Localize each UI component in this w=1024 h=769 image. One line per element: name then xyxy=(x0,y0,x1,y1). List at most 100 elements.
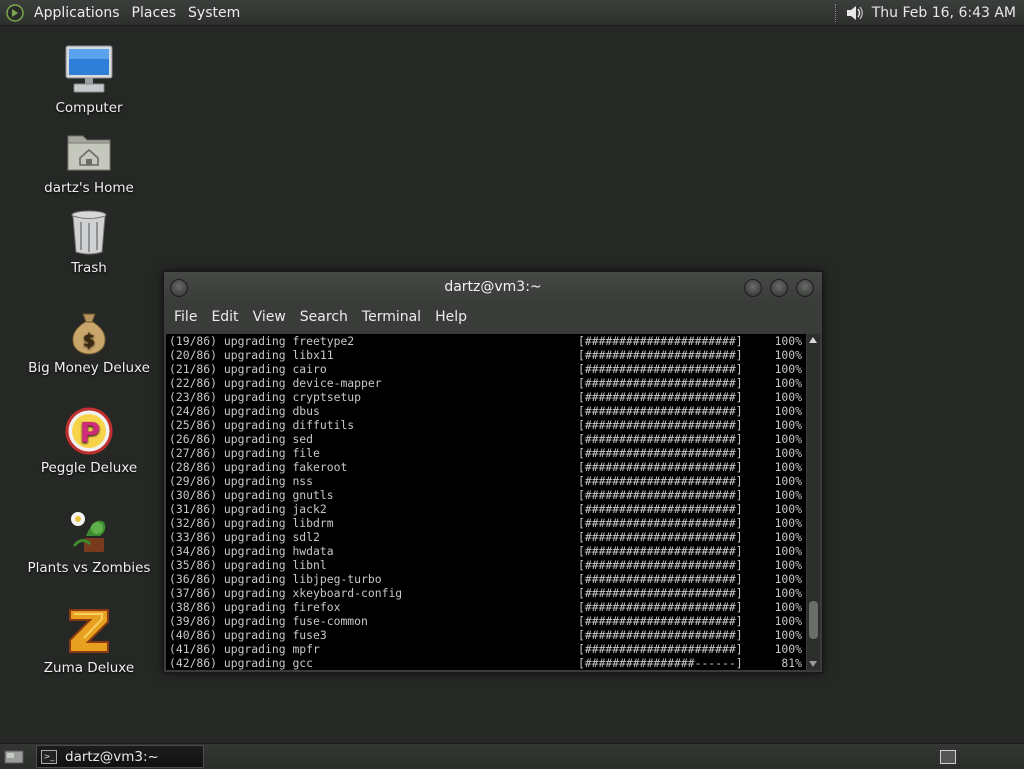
terminal-line: (36/86) upgrading libjpeg-turbo [########… xyxy=(169,572,806,586)
terminal-line: (42/86) upgrading gcc [################--… xyxy=(169,656,806,670)
bottom-panel: >_ dartz@vm3:~ xyxy=(0,743,1024,769)
places-menu[interactable]: Places xyxy=(126,5,183,21)
terminal-progress-percent: 100% xyxy=(774,516,802,530)
menu-help[interactable]: Help xyxy=(429,309,475,325)
desktop-icon-zuma[interactable]: Zuma Deluxe xyxy=(24,606,154,676)
terminal-progress-percent: 100% xyxy=(774,642,802,656)
minimize-button[interactable] xyxy=(744,279,762,297)
terminal-progress-percent: 100% xyxy=(774,586,802,600)
terminal-progress-bar: [######################] xyxy=(578,586,743,600)
desktop-icon-computer[interactable]: Computer xyxy=(24,44,154,116)
home-folder-icon xyxy=(67,135,111,171)
terminal-progress-bar: [######################] xyxy=(578,516,743,530)
terminal-line-text: (23/86) upgrading cryptsetup xyxy=(169,390,362,404)
terminal-progress-percent: 100% xyxy=(774,362,802,376)
terminal-line-text: (32/86) upgrading libdrm xyxy=(169,516,334,530)
terminal-line-text: (40/86) upgrading fuse3 xyxy=(169,628,327,642)
terminal-progress-bar: [######################] xyxy=(578,572,743,586)
desktop-icon-label: Plants vs Zombies xyxy=(27,560,151,576)
terminal-progress-bar: [######################] xyxy=(578,600,743,614)
show-desktop-button[interactable] xyxy=(2,746,26,768)
money-bag-icon: $ xyxy=(72,313,106,355)
terminal-menubar: File Edit View Search Terminal Help xyxy=(164,302,822,332)
desktop-icon-big-money[interactable]: $ Big Money Deluxe xyxy=(24,308,154,376)
scroll-up-icon[interactable] xyxy=(809,337,817,343)
terminal-progress-bar: [######################] xyxy=(578,530,743,544)
window-titlebar[interactable]: dartz@vm3:~ xyxy=(164,272,822,302)
terminal-progress-bar: [######################] xyxy=(578,446,743,460)
terminal-progress-percent: 100% xyxy=(774,446,802,460)
terminal-progress-bar: [######################] xyxy=(578,376,743,390)
terminal-line: (41/86) upgrading mpfr [#################… xyxy=(169,642,806,656)
terminal-line: (26/86) upgrading sed [##################… xyxy=(169,432,806,446)
menu-edit[interactable]: Edit xyxy=(205,309,246,325)
terminal-line-text: (19/86) upgrading freetype2 xyxy=(169,334,355,348)
terminal-progress-percent: 100% xyxy=(774,460,802,474)
terminal-line: (19/86) upgrading freetype2 [############… xyxy=(169,334,806,348)
terminal-progress-bar: [######################] xyxy=(578,488,743,502)
terminal-line: (39/86) upgrading fuse-common [##########… xyxy=(169,614,806,628)
system-menu[interactable]: System xyxy=(182,5,246,21)
terminal-line-text: (42/86) upgrading gcc xyxy=(169,656,314,670)
terminal-scrollbar[interactable] xyxy=(807,334,820,670)
menu-file[interactable]: File xyxy=(168,309,205,325)
terminal-line-text: (20/86) upgrading libx11 xyxy=(169,348,334,362)
terminal-progress-bar: [######################] xyxy=(578,502,743,516)
desktop-icon-peggle[interactable]: P Peggle Deluxe xyxy=(24,406,154,476)
terminal-window[interactable]: dartz@vm3:~ File Edit View Search Termin… xyxy=(163,271,823,673)
terminal-progress-percent: 81% xyxy=(781,656,802,670)
menu-terminal[interactable]: Terminal xyxy=(356,309,429,325)
terminal-line-text: (27/86) upgrading file xyxy=(169,446,320,460)
desktop-icon-trash[interactable]: Trash xyxy=(24,208,154,276)
workspace-switcher-icon[interactable] xyxy=(940,749,956,764)
terminal-progress-bar: [######################] xyxy=(578,348,743,362)
terminal-line: (29/86) upgrading nss [##################… xyxy=(169,474,806,488)
terminal-progress-percent: 100% xyxy=(774,474,802,488)
terminal-line: (28/86) upgrading fakeroot [#############… xyxy=(169,460,806,474)
volume-icon[interactable] xyxy=(844,3,866,23)
distro-logo-icon[interactable] xyxy=(6,3,24,22)
terminal-progress-percent: 100% xyxy=(774,614,802,628)
maximize-button[interactable] xyxy=(770,279,788,297)
terminal-progress-bar: [######################] xyxy=(578,460,743,474)
desktop-icon-plants-vs-zombies[interactable]: Plants vs Zombies xyxy=(24,506,154,576)
terminal-output[interactable]: (19/86) upgrading freetype2 [############… xyxy=(166,334,806,670)
svg-text:$: $ xyxy=(83,330,96,351)
terminal-line: (25/86) upgrading diffutils [############… xyxy=(169,418,806,432)
terminal-line: (37/86) upgrading xkeyboard-config [#####… xyxy=(169,586,806,600)
terminal-line: (35/86) upgrading libnl [################… xyxy=(169,558,806,572)
scrollbar-thumb[interactable] xyxy=(809,601,818,639)
terminal-line-text: (41/86) upgrading mpfr xyxy=(169,642,320,656)
applications-menu[interactable]: Applications xyxy=(28,5,126,21)
show-desktop-icon xyxy=(4,750,24,763)
terminal-progress-bar: [######################] xyxy=(578,334,743,348)
scroll-down-icon[interactable] xyxy=(809,661,817,667)
terminal-line-text: (25/86) upgrading diffutils xyxy=(169,418,355,432)
zuma-icon xyxy=(69,609,109,653)
terminal-progress-bar: [######################] xyxy=(578,558,743,572)
terminal-progress-bar: [######################] xyxy=(578,628,743,642)
terminal-line: (32/86) upgrading libdrm [###############… xyxy=(169,516,806,530)
close-button[interactable] xyxy=(796,279,814,297)
terminal-progress-bar: [######################] xyxy=(578,642,743,656)
terminal-progress-percent: 100% xyxy=(774,404,802,418)
desktop-icon-home[interactable]: dartz's Home xyxy=(24,128,154,196)
terminal-line-text: (36/86) upgrading libjpeg-turbo xyxy=(169,572,382,586)
clock[interactable]: Thu Feb 16, 6:43 AM xyxy=(866,5,1024,21)
terminal-line: (31/86) upgrading jack2 [################… xyxy=(169,502,806,516)
menu-view[interactable]: View xyxy=(247,309,294,325)
terminal-progress-bar: [######################] xyxy=(578,362,743,376)
desktop-icon-label: Trash xyxy=(71,260,107,276)
terminal-line-text: (29/86) upgrading nss xyxy=(169,474,314,488)
terminal-progress-percent: 100% xyxy=(774,558,802,572)
terminal-line-text: (24/86) upgrading dbus xyxy=(169,404,320,418)
terminal-progress-bar: [######################] xyxy=(578,474,743,488)
window-menu-button[interactable] xyxy=(170,279,188,297)
terminal-line: (23/86) upgrading cryptsetup [###########… xyxy=(169,390,806,404)
menu-search[interactable]: Search xyxy=(294,309,356,325)
taskbar-item-terminal[interactable]: >_ dartz@vm3:~ xyxy=(36,745,204,768)
terminal-progress-bar: [################------] xyxy=(578,656,743,670)
desktop-icon-label: Big Money Deluxe xyxy=(28,360,150,376)
terminal-progress-bar: [######################] xyxy=(578,432,743,446)
terminal-progress-percent: 100% xyxy=(774,432,802,446)
